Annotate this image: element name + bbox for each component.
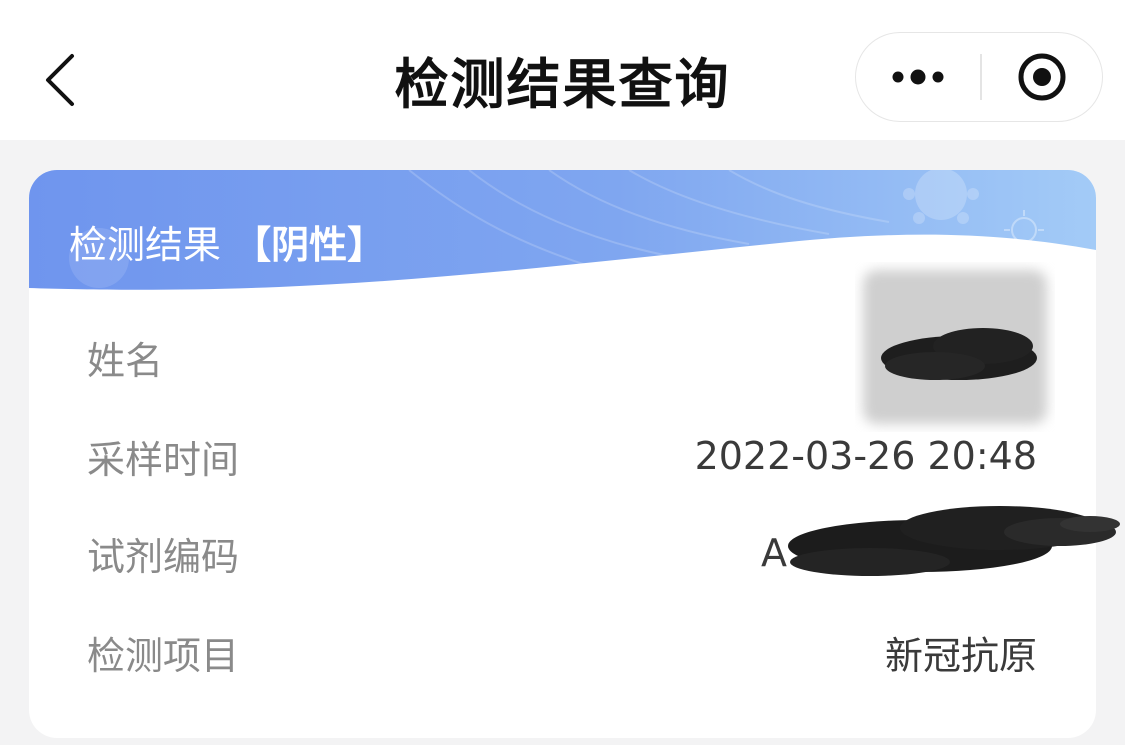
info-row-test-item: 检测项目 新冠抗原 [87, 622, 1037, 682]
redaction-reagent-code [788, 506, 1120, 576]
more-button[interactable] [856, 33, 980, 121]
row-label: 采样时间 [87, 437, 240, 482]
row-label: 姓名 [87, 338, 164, 383]
target-circle-icon [1018, 53, 1066, 101]
close-button[interactable] [982, 33, 1102, 121]
row-label: 试剂编码 [87, 534, 240, 579]
row-value: 新冠抗原 [884, 633, 1037, 678]
row-value: 2022-03-26 20:48 [694, 434, 1037, 478]
more-dots-icon [892, 69, 944, 85]
result-card: 检测结果 【阴性】 姓名 采样时间 2022-03-26 20:48 试剂编码 … [29, 170, 1096, 738]
mini-program-capsule [855, 32, 1103, 122]
info-row-sampling-time: 采样时间 2022-03-26 20:48 [87, 426, 1037, 486]
result-heading-prefix: 检测结果 [69, 223, 222, 267]
result-status-badge: 【阴性】 [233, 223, 386, 267]
result-heading: 检测结果 【阴性】 [69, 214, 385, 269]
row-label: 检测项目 [87, 633, 240, 678]
redaction-name [863, 270, 1047, 424]
navigation-bar: 检测结果查询 [0, 0, 1125, 140]
